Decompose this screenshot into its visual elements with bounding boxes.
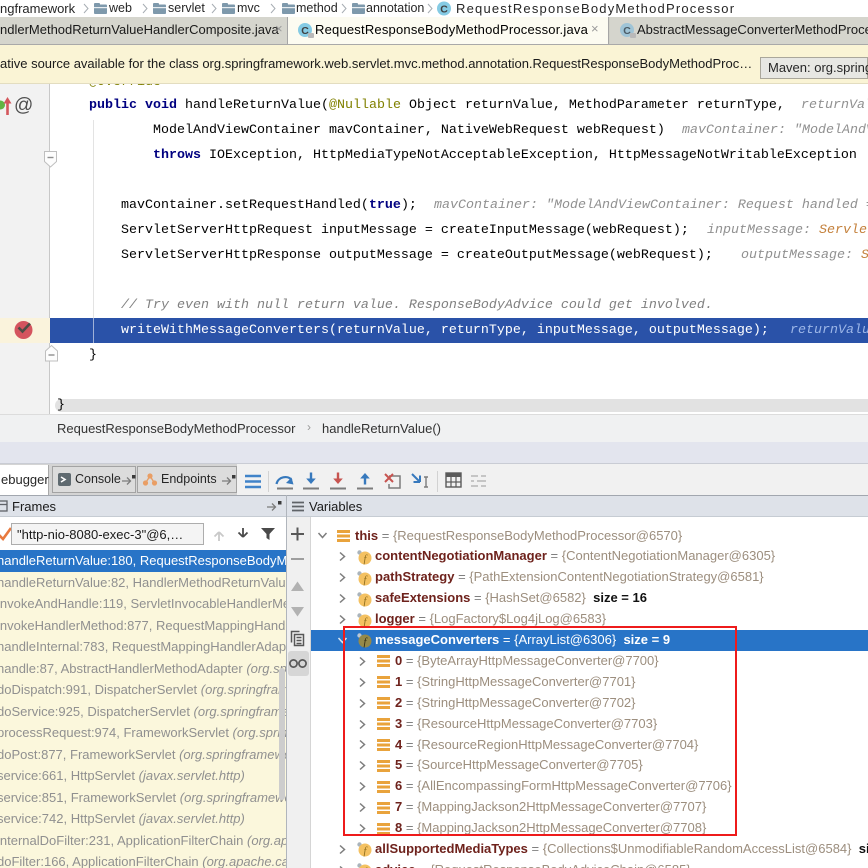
- svg-text:C: C: [440, 4, 448, 16]
